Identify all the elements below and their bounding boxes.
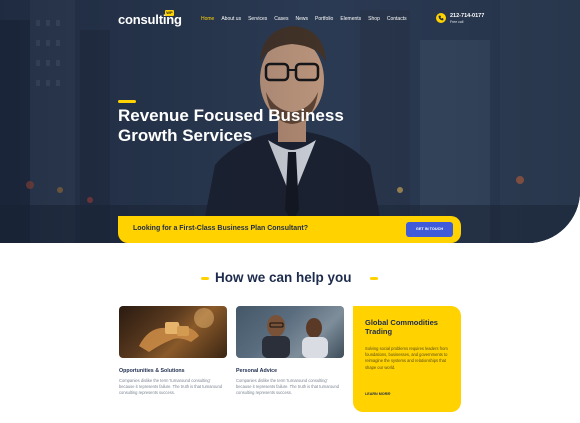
phone-subtext: Free call xyxy=(450,20,464,24)
learn-more-link[interactable]: LEARN MORE xyxy=(365,392,390,396)
cta-text: Looking for a First-Class Business Plan … xyxy=(133,225,309,232)
puzzle-image[interactable] xyxy=(119,306,227,358)
get-in-touch-button[interactable]: GET IN TOUCH xyxy=(406,222,453,237)
feature-card: Global Commodities Trading Solving socia… xyxy=(353,306,461,412)
advice-image[interactable] xyxy=(236,306,344,358)
nav-item-shop[interactable]: Shop xyxy=(368,16,380,22)
card-desc-personal-advice: Companies dislike the term 'turnaround c… xyxy=(236,378,340,396)
page: consulting WP Home About us Services Cas… xyxy=(0,0,580,423)
card-desc-opportunities: Companies dislike the term 'turnaround c… xyxy=(119,378,223,396)
nav-item-about[interactable]: About us xyxy=(221,16,241,22)
nav-item-contacts[interactable]: Contacts xyxy=(387,16,407,22)
phone-icon[interactable] xyxy=(436,13,446,23)
card-title-opportunities[interactable]: Opportunities & Solutions xyxy=(119,368,185,374)
section-dash-left xyxy=(201,277,209,280)
feature-desc: Solving social problems requires leaders… xyxy=(365,346,448,370)
nav-item-services[interactable]: Services xyxy=(248,16,267,22)
section-title: How we can help you xyxy=(215,270,352,285)
nav-item-news[interactable]: News xyxy=(295,16,308,22)
section-dash-right xyxy=(370,277,378,280)
main-nav: Home About us Services Cases News Portfo… xyxy=(201,16,414,22)
nav-item-elements[interactable]: Elements xyxy=(340,16,361,22)
cta-bar: Looking for a First-Class Business Plan … xyxy=(118,216,461,243)
logo-badge: WP xyxy=(165,10,174,16)
hero-title-line2: Growth Services xyxy=(118,126,253,145)
arrow-right-icon[interactable]: › xyxy=(389,391,391,397)
feature-title[interactable]: Global Commodities Trading xyxy=(365,318,455,336)
phone-number[interactable]: 212-714-0177 xyxy=(450,13,484,19)
hero-section: consulting WP Home About us Services Cas… xyxy=(0,0,580,243)
card-title-personal-advice[interactable]: Personal Advice xyxy=(236,368,277,374)
hero-title: Revenue Focused Business Growth Services xyxy=(118,106,378,146)
hero-accent-bar xyxy=(118,100,136,103)
nav-item-cases[interactable]: Cases xyxy=(274,16,288,22)
hero-title-line1: Revenue Focused Business xyxy=(118,106,344,125)
nav-item-portfolio[interactable]: Portfolio xyxy=(315,16,333,22)
nav-item-home[interactable]: Home xyxy=(201,16,214,22)
